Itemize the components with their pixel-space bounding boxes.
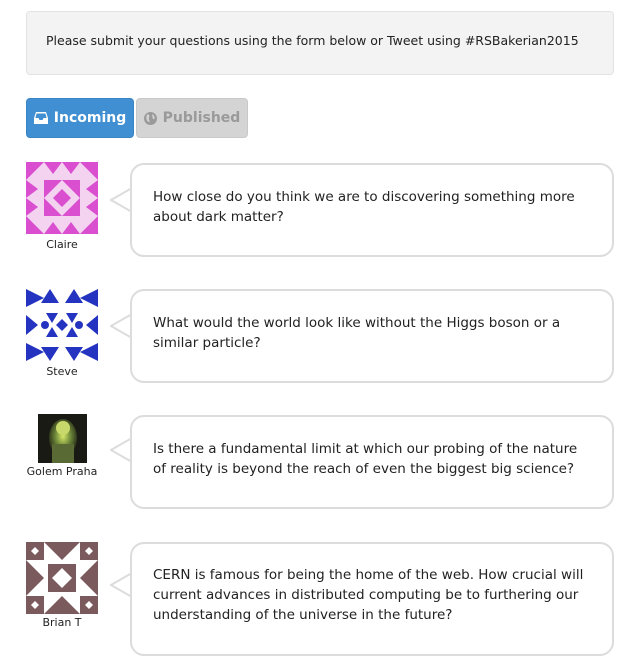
- question-text: CERN is famous for being the home of the…: [153, 567, 584, 623]
- avatar: [26, 542, 98, 614]
- question-bubble: How close do you think we are to discove…: [130, 163, 614, 257]
- question-text: Is there a fundamental limit at which ou…: [153, 441, 578, 477]
- tab-incoming-label: Incoming: [53, 110, 127, 126]
- question-bubble: Is there a fundamental limit at which ou…: [130, 415, 614, 509]
- globe-icon: [143, 111, 157, 125]
- tab-published-label: Published: [162, 110, 241, 126]
- avatar: [26, 289, 98, 361]
- question-text: How close do you think we are to discove…: [153, 189, 575, 225]
- notice-text: Please submit your questions using the f…: [46, 33, 579, 48]
- inbox-icon: [33, 112, 48, 124]
- tab-incoming[interactable]: Incoming: [26, 98, 134, 138]
- question-bubble: CERN is famous for being the home of the…: [130, 542, 614, 656]
- question-text: What would the world look like without t…: [153, 315, 561, 351]
- submission-notice: Please submit your questions using the f…: [26, 11, 614, 75]
- author-name: Brian T: [42, 616, 82, 629]
- author-name: Golem Praha: [26, 465, 98, 478]
- author-name: Steve: [46, 365, 78, 378]
- avatar: [26, 162, 98, 234]
- avatar: [38, 414, 87, 463]
- question-bubble: What would the world look like without t…: [130, 289, 614, 383]
- tab-published[interactable]: Published: [136, 98, 248, 138]
- author-name: Claire: [46, 238, 78, 251]
